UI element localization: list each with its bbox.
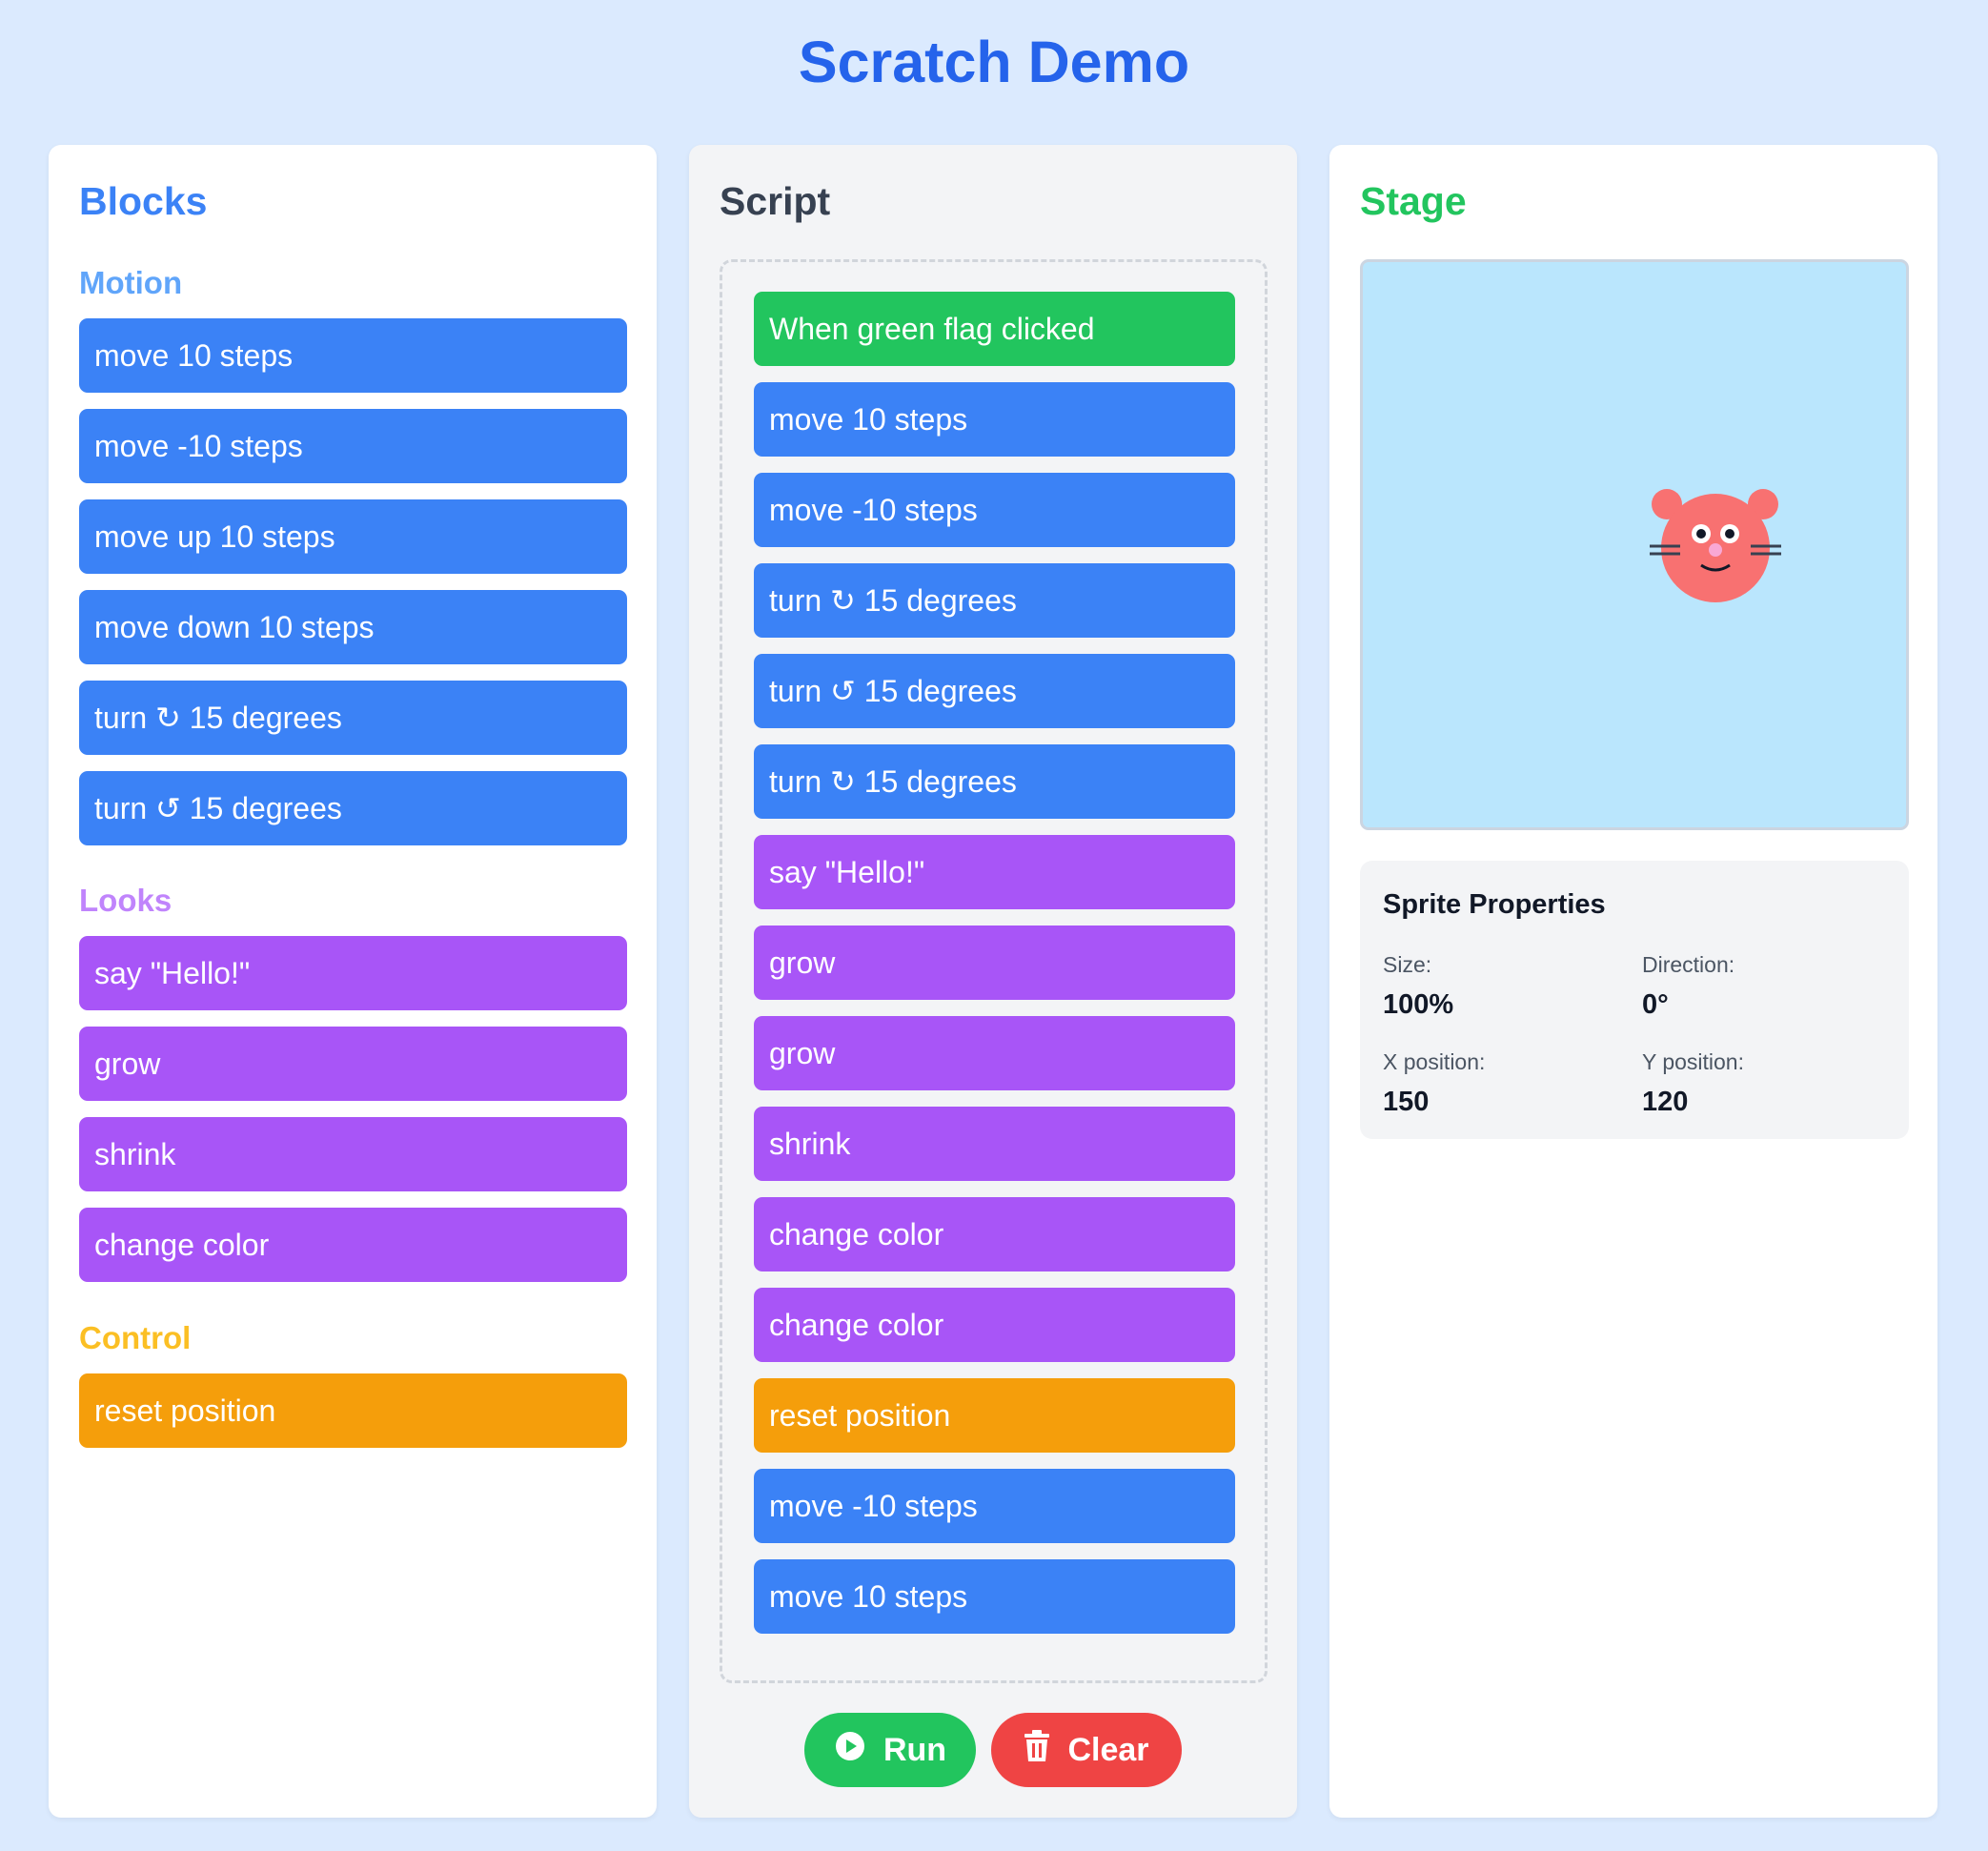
script-panel: Script When green flag clicked move 10 st… xyxy=(689,145,1297,1818)
palette-block-move-10[interactable]: move 10 steps xyxy=(79,318,627,393)
script-block[interactable]: grow xyxy=(754,1016,1235,1090)
script-block[interactable]: turn ↺ 15 degrees xyxy=(754,654,1235,728)
play-circle-icon xyxy=(834,1730,866,1771)
script-block[interactable]: When green flag clicked xyxy=(754,292,1235,366)
page-title: Scratch Demo xyxy=(798,30,1190,94)
palette-block-say-hello[interactable]: say "Hello!" xyxy=(79,936,627,1010)
sprite-properties: Sprite Properties Size: 100% Direction: … xyxy=(1360,861,1909,1139)
size-label: Size: xyxy=(1383,952,1432,977)
y-position-value: 120 xyxy=(1642,1087,1689,1117)
palette-block-turn-right[interactable]: turn ↻ 15 degrees xyxy=(79,681,627,755)
direction-label: Direction: xyxy=(1642,952,1735,977)
palette-block-grow[interactable]: grow xyxy=(79,1027,627,1101)
stage-canvas[interactable] xyxy=(1360,259,1909,830)
palette-block-move-minus-10[interactable]: move -10 steps xyxy=(79,409,627,483)
script-block[interactable]: turn ↻ 15 degrees xyxy=(754,563,1235,638)
script-panel-title: Script xyxy=(720,179,831,223)
blocks-panel-title: Blocks xyxy=(79,179,208,223)
x-position-value: 150 xyxy=(1383,1087,1430,1117)
trash-icon xyxy=(1024,1729,1050,1771)
script-drop-area[interactable]: When green flag clicked move 10 steps move… xyxy=(720,259,1268,1683)
direction-value: 0° xyxy=(1642,989,1669,1020)
script-block[interactable]: change color xyxy=(754,1288,1235,1362)
script-block[interactable]: change color xyxy=(754,1197,1235,1271)
stage-panel-title: Stage xyxy=(1360,179,1467,223)
control-category-title: Control xyxy=(79,1320,192,1355)
palette-block-shrink[interactable]: shrink xyxy=(79,1117,627,1191)
mouse-sprite-icon[interactable] xyxy=(1644,481,1787,610)
x-position-label: X position: xyxy=(1383,1049,1486,1074)
script-block[interactable]: move 10 steps xyxy=(754,382,1235,457)
script-block[interactable]: move 10 steps xyxy=(754,1559,1235,1634)
motion-category-title: Motion xyxy=(79,265,183,300)
script-block[interactable]: move -10 steps xyxy=(754,1469,1235,1543)
script-block[interactable]: shrink xyxy=(754,1107,1235,1181)
palette-block-change-color[interactable]: change color xyxy=(79,1208,627,1282)
stage-panel: Stage Sprite Properties Size: 100% Direc… xyxy=(1329,145,1937,1818)
script-block[interactable]: move -10 steps xyxy=(754,473,1235,547)
script-block[interactable]: reset position xyxy=(754,1378,1235,1453)
sprite-properties-title: Sprite Properties xyxy=(1383,889,1606,920)
run-button-label: Run xyxy=(882,1731,947,1768)
palette-block-move-down[interactable]: move down 10 steps xyxy=(79,590,627,664)
clear-button[interactable]: Clear xyxy=(991,1713,1182,1787)
clear-button-label: Clear xyxy=(1067,1731,1149,1768)
size-value: 100% xyxy=(1383,989,1454,1020)
looks-category-title: Looks xyxy=(79,883,172,918)
palette-block-turn-left[interactable]: turn ↺ 15 degrees xyxy=(79,771,627,845)
y-position-label: Y position: xyxy=(1642,1049,1744,1074)
palette-block-reset-position[interactable]: reset position xyxy=(79,1373,627,1448)
script-block[interactable]: say "Hello!" xyxy=(754,835,1235,909)
run-button[interactable]: Run xyxy=(804,1713,976,1787)
script-block[interactable]: grow xyxy=(754,926,1235,1000)
script-block[interactable]: turn ↻ 15 degrees xyxy=(754,744,1235,819)
blocks-panel: Blocks Motion move 10 steps move -10 ste… xyxy=(49,145,657,1818)
palette-block-move-up[interactable]: move up 10 steps xyxy=(79,499,627,574)
